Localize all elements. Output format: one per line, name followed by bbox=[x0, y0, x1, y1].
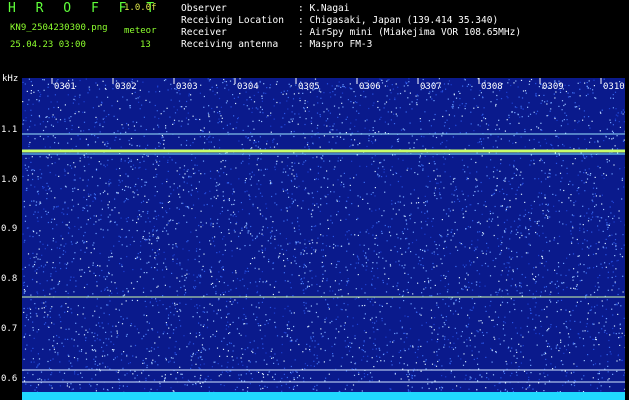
y-tick-label: 1.1 bbox=[1, 125, 18, 135]
x-tick-label: 0309 bbox=[542, 82, 564, 92]
field-value-antenna: : Maspro FM-3 bbox=[298, 39, 373, 50]
y-tick-label: 0.8 bbox=[1, 274, 18, 284]
baseline-band bbox=[22, 392, 625, 400]
x-tick-label: 0307 bbox=[420, 82, 442, 92]
y-axis-unit: kHz bbox=[2, 74, 19, 84]
y-tick-label: 0.9 bbox=[1, 224, 18, 234]
spectrogram: 0301 0302 0303 0304 0305 0306 0307 0308 0309 0310 bbox=[22, 78, 625, 400]
meteor-count: 13 bbox=[140, 40, 151, 50]
meteor-label: meteor bbox=[124, 26, 157, 36]
field-label-receiver: Receiver bbox=[181, 27, 227, 38]
y-tick-label: 1.0 bbox=[1, 175, 18, 185]
y-axis bbox=[0, 72, 22, 400]
x-tick-label: 0303 bbox=[176, 82, 198, 92]
x-tick-label: 0301 bbox=[54, 82, 76, 92]
x-tick-label: 0308 bbox=[481, 82, 503, 92]
field-value-location: : Chigasaki, Japan (139.414 35.340) bbox=[298, 15, 499, 26]
field-value-receiver: : AirSpy mini (Miakejima VOR 108.65MHz) bbox=[298, 27, 522, 38]
field-label-antenna: Receiving antenna bbox=[181, 39, 279, 50]
x-tick-label: 0306 bbox=[359, 82, 381, 92]
field-value-observer: : K.Nagai bbox=[298, 3, 350, 14]
y-tick-label: 0.6 bbox=[1, 374, 18, 384]
x-tick-label: 0310 bbox=[603, 82, 625, 92]
version-label: 1.0.0f bbox=[124, 3, 157, 13]
header-panel: H R O F F T 1.0.0f KN9_2504230300.png me… bbox=[0, 0, 629, 72]
x-tick-label: 0302 bbox=[115, 82, 137, 92]
x-tick-label: 0305 bbox=[298, 82, 320, 92]
field-label-observer: Observer bbox=[181, 3, 227, 14]
x-tick-label: 0304 bbox=[237, 82, 259, 92]
field-label-location: Receiving Location bbox=[181, 15, 284, 26]
y-tick-label: 0.7 bbox=[1, 324, 18, 334]
date-time: 25.04.23 03:00 bbox=[10, 40, 86, 50]
spectrogram-background bbox=[22, 78, 625, 400]
file-name: KN9_2504230300.png bbox=[10, 23, 108, 33]
